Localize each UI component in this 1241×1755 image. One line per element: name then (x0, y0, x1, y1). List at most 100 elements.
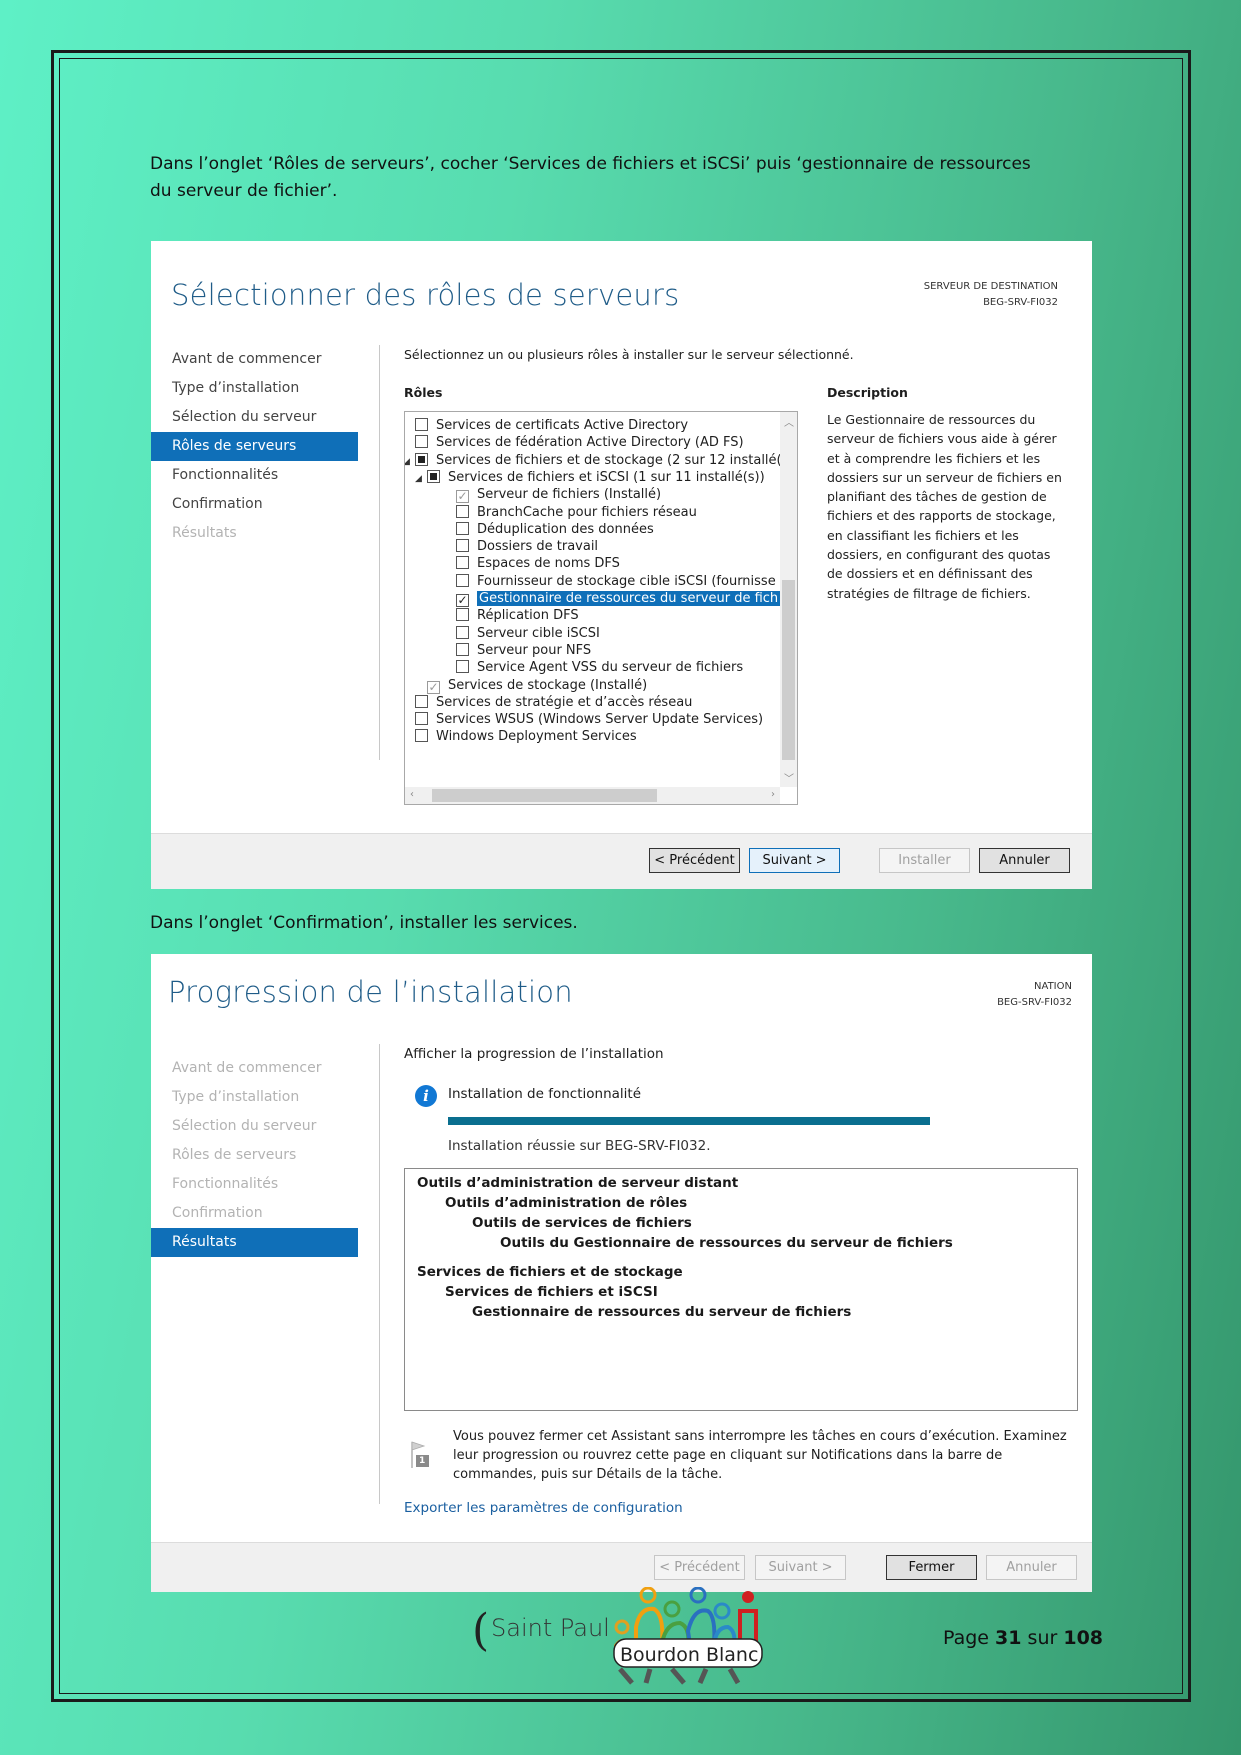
info-icon: i (415, 1085, 437, 1107)
role-checkbox[interactable] (456, 608, 469, 622)
nav-item[interactable]: Fonctionnalités (151, 461, 358, 490)
vertical-scrollbar[interactable]: ︿ ﹀ (780, 412, 797, 787)
nav-item[interactable]: Résultats (151, 519, 358, 548)
status-title: Installation de fonctionnalité (448, 1086, 642, 1102)
role-checkbox[interactable] (456, 660, 469, 674)
role-item[interactable]: Service Agent VSS du serveur de fichiers (456, 658, 743, 677)
role-item[interactable]: ◢ Services de fichiers et de stockage (2 … (405, 451, 788, 472)
nav-item[interactable]: Rôles de serveurs (151, 1141, 358, 1170)
scroll-left-icon[interactable]: ‹ (410, 789, 414, 800)
role-item[interactable]: ✓ Services de stockage (Installé) (427, 676, 647, 695)
expand-arrow-icon[interactable]: ◢ (415, 470, 427, 489)
role-item[interactable]: Services WSUS (Windows Server Update Ser… (415, 710, 763, 729)
role-item[interactable]: Services de stratégie et d’accès réseau (415, 693, 692, 712)
description-line: stratégies de filtrage de fichiers. (827, 585, 1031, 601)
role-item[interactable]: Serveur cible iSCSI (456, 624, 600, 643)
nav-item[interactable]: Rôles de serveurs (151, 432, 358, 461)
role-checkbox[interactable] (415, 712, 428, 726)
expand-arrow-icon[interactable]: ◢ (405, 453, 415, 472)
role-checkbox[interactable] (456, 573, 469, 587)
role-checkbox[interactable] (415, 452, 428, 466)
note-line: Vous pouvez fermer cet Assistant sans in… (453, 1429, 1067, 1444)
role-checkbox[interactable] (456, 539, 469, 553)
role-checkbox[interactable] (456, 642, 469, 656)
role-checkbox[interactable] (415, 435, 428, 449)
role-item[interactable]: ✓ Gestionnaire de ressources du serveur d… (456, 589, 781, 608)
role-checkbox[interactable] (415, 418, 428, 431)
role-item[interactable]: Réplication DFS (456, 606, 579, 625)
next-button-disabled[interactable]: Suivant > (755, 1555, 846, 1580)
role-item[interactable]: BranchCache pour fichiers réseau (456, 503, 697, 522)
nav-item[interactable]: Type d’installation (151, 374, 358, 403)
flag-icon: 1 (410, 1441, 430, 1469)
role-label: Services de fédération Active Directory … (436, 435, 744, 451)
note-line: leur progression ou rouvrez cette page e… (453, 1448, 1003, 1463)
role-item[interactable]: Fournisseur de stockage cible iSCSI (fou… (456, 572, 776, 591)
role-item[interactable]: ◢ Services de fichiers et iSCSI (1 sur 11… (415, 468, 765, 487)
role-item[interactable]: Déduplication des données (456, 520, 654, 539)
role-checkbox[interactable] (456, 521, 469, 535)
nav-item[interactable]: Avant de commencer (151, 345, 358, 374)
cancel-button-disabled[interactable]: Annuler (986, 1555, 1077, 1580)
role-checkbox[interactable] (415, 729, 428, 743)
nav-item[interactable]: Confirmation (151, 490, 358, 519)
school-logo: ( Saint Paul Bourdon Blanc (472, 1587, 782, 1687)
scroll-right-icon[interactable]: › (771, 789, 775, 800)
role-item[interactable]: Services de certificats Active Directory (415, 416, 688, 435)
role-checkbox[interactable]: ✓ (456, 490, 469, 504)
wizard-footer-progress: < Précédent Suivant > Fermer Annuler (151, 1542, 1092, 1592)
role-label: Espaces de noms DFS (477, 556, 620, 572)
role-label: Windows Deployment Services (436, 729, 637, 745)
role-label: Serveur pour NFS (477, 642, 592, 658)
role-checkbox[interactable] (456, 625, 469, 639)
roles-header: Rôles (404, 385, 443, 400)
role-label: Services WSUS (Windows Server Update Ser… (436, 712, 764, 728)
note-line: commandes, puis sur Détails de la tâche. (453, 1467, 723, 1482)
nav-item[interactable]: Avant de commencer (151, 1054, 358, 1083)
result-item: Outils d’administration de rôles (445, 1195, 688, 1211)
destination-name: BEG-SRV-FI032 (983, 297, 1058, 308)
logo-bracket: ( (472, 1605, 490, 1656)
role-item[interactable]: Serveur pour NFS (456, 641, 591, 660)
role-label: Service Agent VSS du serveur de fichiers (477, 660, 744, 676)
export-settings-link[interactable]: Exporter les paramètres de configuration (404, 1500, 683, 1516)
wizard-footer: < Précédent Suivant > Installer Annuler (151, 833, 1092, 889)
install-button[interactable]: Installer (879, 848, 970, 873)
vertical-scroll-thumb[interactable] (782, 580, 795, 760)
close-button[interactable]: Fermer (886, 1555, 977, 1580)
role-checkbox[interactable] (415, 694, 428, 708)
role-checkbox[interactable] (456, 556, 469, 570)
role-item[interactable]: Windows Deployment Services (415, 727, 637, 746)
next-button[interactable]: Suivant > (749, 848, 840, 873)
cancel-button[interactable]: Annuler (979, 848, 1070, 873)
previous-button[interactable]: < Précédent (649, 848, 740, 873)
wizard-navigation: Avant de commencer Type d’installation Sél… (151, 345, 358, 548)
logo-figures-icon (613, 1587, 763, 1685)
horizontal-scrollbar[interactable]: ‹ › (405, 787, 780, 804)
role-checkbox[interactable] (427, 469, 440, 483)
nav-item[interactable]: Type d’installation (151, 1083, 358, 1112)
result-item: Services de fichiers et de stockage (417, 1264, 683, 1280)
role-item[interactable]: Espaces de noms DFS (456, 554, 620, 573)
horizontal-scroll-thumb[interactable] (432, 789, 657, 802)
role-item[interactable]: Services de fédération Active Directory … (415, 433, 744, 452)
result-item: Outils de services de fichiers (472, 1215, 692, 1231)
nav-item[interactable]: Fonctionnalités (151, 1170, 358, 1199)
previous-button-disabled[interactable]: < Précédent (654, 1555, 745, 1580)
role-checkbox[interactable]: ✓ (456, 594, 469, 607)
roles-tree[interactable]: Services de certificats Active Directory… (404, 411, 798, 805)
role-item[interactable]: ✓ Serveur de fichiers (Installé) (456, 485, 661, 504)
nav-item[interactable]: Confirmation (151, 1199, 358, 1228)
role-item[interactable]: Dossiers de travail (456, 537, 598, 556)
progress-heading: Afficher la progression de l’installatio… (404, 1046, 664, 1062)
scroll-up-icon[interactable]: ︿ (784, 414, 794, 429)
nav-item[interactable]: Sélection du serveur (151, 1112, 358, 1141)
nav-item[interactable]: Sélection du serveur (151, 403, 358, 432)
role-checkbox[interactable]: ✓ (427, 680, 440, 694)
role-checkbox[interactable] (456, 504, 469, 518)
description-line: de dossiers et en définissant des (827, 566, 1033, 582)
nav-item[interactable]: Résultats (151, 1228, 358, 1257)
result-item: Outils du Gestionnaire de ressources du … (500, 1235, 953, 1251)
role-label: Services de stockage (Installé) (448, 677, 648, 693)
scroll-down-icon[interactable]: ﹀ (784, 770, 794, 785)
